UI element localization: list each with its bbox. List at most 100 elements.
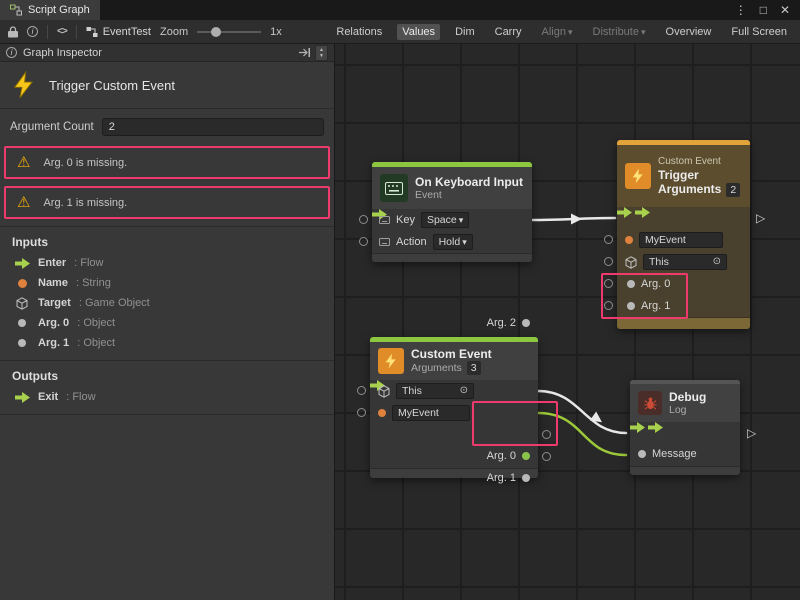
node-title: Custom Event bbox=[411, 347, 492, 361]
argument-count-label: Argument Count bbox=[10, 121, 94, 133]
node-body: Key Space▾ Action Hold▾ bbox=[372, 209, 532, 253]
node-debug-log[interactable]: Debug Log Message bbox=[630, 380, 740, 475]
argument-count-row: Argument Count 2 bbox=[0, 109, 334, 139]
chevron-down-icon: ▾ bbox=[568, 27, 573, 37]
node-footer bbox=[630, 466, 740, 475]
port-circle-trigger-target[interactable] bbox=[604, 257, 613, 266]
arg-count-badge: 2 bbox=[726, 183, 740, 197]
port-circle-event-arg2[interactable] bbox=[542, 452, 551, 461]
info-icon: i bbox=[6, 47, 17, 58]
values-button[interactable]: Values bbox=[397, 24, 440, 40]
port-row-name: MyEvent bbox=[625, 232, 723, 248]
distribute-dropdown[interactable]: Distribute▾ bbox=[588, 24, 651, 40]
port-row-key: Key Space▾ bbox=[379, 212, 469, 228]
node-header: On Keyboard Input Event bbox=[372, 167, 532, 209]
highlight-box-event-args bbox=[472, 401, 558, 446]
bolt-icon bbox=[378, 348, 404, 374]
node-title: On Keyboard Input bbox=[415, 175, 523, 189]
tab-bar: Script Graph ⋮ □ ✕ bbox=[0, 0, 800, 20]
port-row-message: Message bbox=[638, 447, 697, 461]
graph-canvas[interactable]: On Keyboard Input Event Key Space▾ Actio… bbox=[335, 44, 800, 600]
chevron-down-icon: ▾ bbox=[459, 213, 464, 227]
target-picker-icon[interactable]: ⊙ bbox=[713, 255, 721, 269]
keycode-icon bbox=[379, 216, 390, 224]
object-port-connected[interactable] bbox=[638, 450, 646, 458]
info-icon[interactable]: i bbox=[27, 26, 38, 37]
input-item-arg1: Arg. 1Object bbox=[0, 333, 334, 353]
port-circle-trigger-name[interactable] bbox=[604, 235, 613, 244]
graph-asset[interactable]: EventTest bbox=[86, 26, 151, 38]
align-dropdown[interactable]: Align▾ bbox=[537, 24, 578, 40]
highlight-box-trigger-args bbox=[601, 273, 688, 319]
stepper-down-icon[interactable]: ▼ bbox=[319, 53, 324, 59]
zoom-slider-track[interactable] bbox=[197, 31, 261, 33]
cube-icon[interactable] bbox=[625, 256, 637, 269]
node-title-line1: Trigger bbox=[658, 168, 740, 182]
relations-button[interactable]: Relations bbox=[331, 24, 387, 40]
dock-panel-icon[interactable] bbox=[298, 47, 311, 58]
key-dropdown[interactable]: Space▾ bbox=[421, 212, 469, 228]
node-subtitle: Event bbox=[415, 189, 523, 202]
port-row-target: This⊙ bbox=[625, 254, 727, 270]
string-port[interactable] bbox=[378, 409, 386, 417]
toolbar-buttons: Relations Values Dim Carry Align▾ Distri… bbox=[331, 24, 792, 40]
input-item-target: TargetGame Object bbox=[0, 293, 334, 313]
argument-count-input[interactable]: 2 bbox=[102, 118, 324, 136]
close-icon[interactable]: ✕ bbox=[780, 3, 790, 17]
flow-in-port[interactable] bbox=[617, 207, 632, 218]
port-circle-event-name[interactable] bbox=[357, 408, 366, 417]
node-header: Custom Event Trigger Arguments2 bbox=[617, 145, 750, 207]
inspector-header: i Graph Inspector ▲ ▼ bbox=[0, 44, 334, 62]
tab-script-graph[interactable]: Script Graph bbox=[0, 0, 100, 20]
object-port-connected[interactable] bbox=[522, 452, 530, 460]
node-on-keyboard-input[interactable]: On Keyboard Input Event Key Space▾ Actio… bbox=[372, 162, 532, 262]
overview-button[interactable]: Overview bbox=[661, 24, 717, 40]
port-circle-action[interactable] bbox=[359, 237, 368, 246]
flow-arrow-icon bbox=[14, 392, 30, 403]
window-menu-icon[interactable]: ⋮ bbox=[735, 3, 747, 17]
target-field[interactable]: This⊙ bbox=[643, 254, 727, 270]
carry-button[interactable]: Carry bbox=[490, 24, 527, 40]
action-dropdown[interactable]: Hold▾ bbox=[433, 234, 473, 250]
node-body: Message bbox=[630, 422, 740, 466]
object-port[interactable] bbox=[522, 319, 530, 327]
zoom-label: Zoom bbox=[160, 26, 188, 38]
panel-stepper[interactable]: ▲ ▼ bbox=[315, 45, 328, 61]
object-port[interactable] bbox=[522, 474, 530, 482]
zoom-slider[interactable] bbox=[197, 27, 261, 37]
port-circle-key[interactable] bbox=[359, 215, 368, 224]
graph-toolbar: i <> EventTest Zoom 1x Relations Values … bbox=[0, 20, 800, 44]
flow-out-port[interactable] bbox=[648, 422, 663, 433]
cube-icon[interactable] bbox=[378, 385, 390, 398]
target-picker-icon[interactable]: ⊙ bbox=[460, 384, 468, 398]
port-row-arg0: Arg. 0 bbox=[487, 449, 530, 463]
port-circle-event-target[interactable] bbox=[357, 386, 366, 395]
divider bbox=[0, 414, 334, 415]
flow-in-port[interactable] bbox=[630, 422, 645, 433]
zoom-slider-handle[interactable] bbox=[211, 27, 221, 37]
lock-icon[interactable] bbox=[8, 26, 18, 38]
flow-out-port[interactable] bbox=[635, 207, 650, 218]
inputs-header: Inputs bbox=[0, 227, 334, 253]
event-name-field[interactable]: MyEvent bbox=[392, 405, 470, 421]
unity-script-graph-window: Script Graph ⋮ □ ✕ i <> EventTest Zoom bbox=[0, 0, 800, 600]
code-view-icon[interactable]: <> bbox=[57, 26, 67, 37]
event-name-field[interactable]: MyEvent bbox=[639, 232, 723, 248]
port-row-name: MyEvent bbox=[378, 405, 470, 421]
warning-arg0: ⚠ Arg. 0 is missing. bbox=[4, 146, 330, 179]
chevron-down-icon: ▾ bbox=[641, 27, 646, 37]
port-label: Key bbox=[396, 214, 415, 226]
bolt-icon bbox=[625, 163, 651, 189]
input-item-name: NameString bbox=[0, 273, 334, 293]
maximize-icon[interactable]: □ bbox=[760, 3, 767, 17]
toolbar-separator bbox=[76, 25, 77, 39]
node-title: Debug bbox=[669, 390, 706, 404]
script-graph-icon bbox=[10, 4, 22, 16]
target-field[interactable]: This⊙ bbox=[396, 383, 474, 399]
dim-button[interactable]: Dim bbox=[450, 24, 480, 40]
port-label: Arg. 0 bbox=[487, 450, 516, 462]
string-port[interactable] bbox=[625, 236, 633, 244]
full-screen-button[interactable]: Full Screen bbox=[726, 24, 792, 40]
outputs-header: Outputs bbox=[0, 361, 334, 387]
object-port-icon bbox=[14, 339, 30, 347]
